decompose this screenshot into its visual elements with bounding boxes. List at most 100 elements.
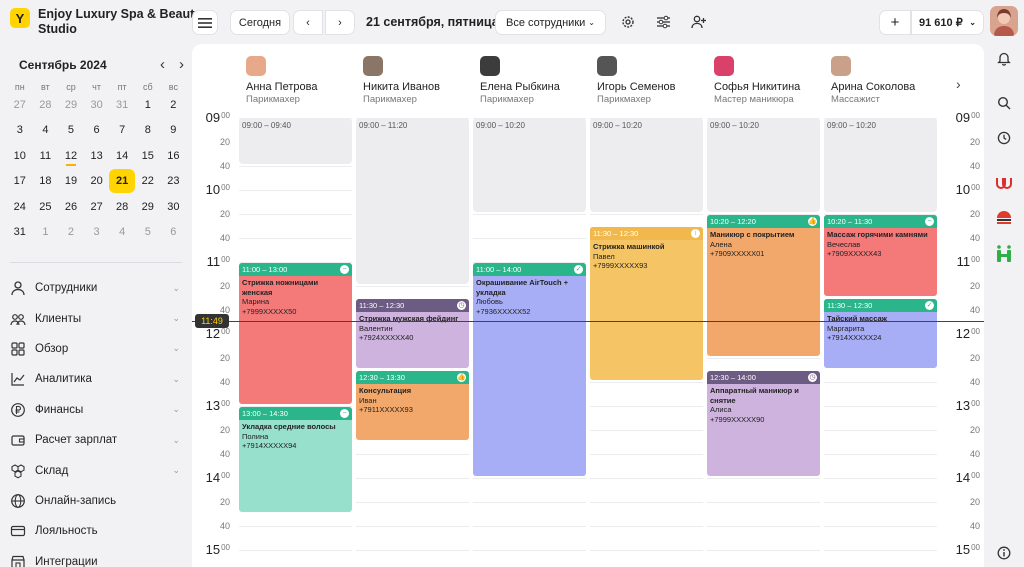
calendar-day[interactable]: 16 xyxy=(161,144,187,168)
info-button[interactable] xyxy=(994,543,1014,563)
calendar-day[interactable]: 28 xyxy=(33,93,59,117)
staff-column[interactable]: 09:00 – 10:20 10:20 – 11:30 − Массаж горячи… xyxy=(824,118,937,567)
calendar-day[interactable]: 23 xyxy=(161,169,187,193)
calendar-day[interactable]: 9 xyxy=(161,118,187,142)
integration-app-3[interactable] xyxy=(994,244,1014,264)
calendar-day[interactable]: 19 xyxy=(58,169,84,193)
calendar-day[interactable]: 12 xyxy=(58,144,84,168)
appointment-card[interactable]: 12:30 – 14:00 ◷ Аппаратный маникюр и сняти… xyxy=(707,371,820,476)
staff-column[interactable]: 09:00 – 11:20 11:30 – 12:30 ◷ Стрижка мужск… xyxy=(356,118,469,567)
sidebar-item-1[interactable]: Клиенты ⌄ xyxy=(10,303,182,333)
calendar-day[interactable]: 24 xyxy=(7,195,33,219)
appointment-card[interactable]: 11:00 – 14:00 ✓ Окрашивание AirTouch + укл… xyxy=(473,263,586,476)
calendar-day[interactable]: 29 xyxy=(58,93,84,117)
sidebar-item-9[interactable]: Интеграции xyxy=(10,547,182,567)
calendar-day[interactable]: 1 xyxy=(135,93,161,117)
integration-app-1[interactable] xyxy=(994,173,1014,193)
calendar-day[interactable]: 7 xyxy=(109,118,135,142)
calendar-day[interactable]: 5 xyxy=(135,220,161,244)
blocked-time[interactable]: 09:00 – 10:20 xyxy=(473,118,586,212)
appointment-card[interactable]: 11:30 – 12:30 ✓ Тайский массаж Маргарита +79… xyxy=(824,299,937,368)
add-appointment-button[interactable]: + xyxy=(879,10,911,35)
calendar-day[interactable]: 30 xyxy=(84,93,110,117)
calendar-day[interactable]: 4 xyxy=(33,118,59,142)
add-staff-button[interactable] xyxy=(688,12,708,32)
blocked-time[interactable]: 09:00 – 09:40 xyxy=(239,118,352,164)
sidebar-item-7[interactable]: Онлайн-запись xyxy=(10,486,182,516)
sidebar-item-2[interactable]: Обзор ⌄ xyxy=(10,334,182,364)
appointment-card[interactable]: 11:30 – 12:30 i Стрижка машинкой Павел +7999… xyxy=(590,227,703,380)
calendar-day[interactable]: 11 xyxy=(33,144,59,168)
calendar-day[interactable]: 28 xyxy=(109,195,135,219)
hamburger-menu-button[interactable] xyxy=(192,10,218,35)
blocked-time[interactable]: 09:00 – 11:20 xyxy=(356,118,469,284)
calendar-day[interactable]: 2 xyxy=(161,93,187,117)
blocked-time[interactable]: 09:00 – 10:20 xyxy=(824,118,937,212)
staff-column[interactable]: 09:00 – 10:20 11:30 – 12:30 i Стрижка машин… xyxy=(590,118,703,567)
next-month-icon[interactable]: › xyxy=(179,56,184,73)
calendar-day[interactable]: 18 xyxy=(33,169,59,193)
calendar-day[interactable]: 6 xyxy=(161,220,187,244)
appointment-card[interactable]: 12:30 – 13:30 👍 Консультация Иван +7911XXXXX… xyxy=(356,371,469,440)
staff-header[interactable]: Арина Соколова Массажист xyxy=(831,56,946,106)
sidebar-item-8[interactable]: Лояльность xyxy=(10,516,182,546)
brand[interactable]: Y Enjoy Luxury Spa & Beauty Studio xyxy=(10,7,203,37)
filters-button[interactable] xyxy=(653,12,673,32)
today-button[interactable]: Сегодня xyxy=(230,10,290,35)
staff-filter-select[interactable]: Все сотрудники ⌄ xyxy=(495,10,606,35)
staff-column[interactable]: 09:00 – 10:20 11:00 – 14:00 ✓ Окрашивание A… xyxy=(473,118,586,567)
calendar-day[interactable]: 10 xyxy=(7,144,33,168)
staff-column[interactable]: 09:00 – 09:40 11:00 – 13:00 − Стрижка ножни… xyxy=(239,118,352,567)
calendar-day[interactable]: 26 xyxy=(58,195,84,219)
sidebar-item-0[interactable]: Сотрудники ⌄ xyxy=(10,273,182,303)
calendar-day[interactable]: 4 xyxy=(109,220,135,244)
calendar-day[interactable]: 30 xyxy=(161,195,187,219)
calendar-day[interactable]: 2 xyxy=(58,220,84,244)
calendar-day[interactable]: 31 xyxy=(109,93,135,117)
calendar-day[interactable]: 8 xyxy=(135,118,161,142)
staff-header[interactable]: Игорь Семенов Парикмахер xyxy=(597,56,712,106)
calendar-day[interactable]: 17 xyxy=(7,169,33,193)
staff-column[interactable]: 09:00 – 10:20 10:20 – 12:20 👍 Маникюр с пок… xyxy=(707,118,820,567)
calendar-day[interactable]: 14 xyxy=(109,144,135,168)
blocked-time[interactable]: 09:00 – 10:20 xyxy=(707,118,820,212)
calendar-day[interactable]: 21 xyxy=(109,169,135,194)
appointment-card[interactable]: 13:00 – 14:30− Укладка средние волосы Поли… xyxy=(239,407,352,512)
prev-month-icon[interactable]: ‹ xyxy=(160,56,165,73)
appointment-card[interactable]: 11:30 – 12:30 ◷ Стрижка мужская фейдинг Вал… xyxy=(356,299,469,368)
calendar-day[interactable]: 31 xyxy=(7,220,33,244)
next-staff-icon[interactable]: › xyxy=(956,76,961,92)
calendar-day[interactable]: 27 xyxy=(7,93,33,117)
calendar-day[interactable]: 29 xyxy=(135,195,161,219)
sidebar-item-5[interactable]: Расчет зарплат ⌄ xyxy=(10,425,182,455)
staff-header[interactable]: Никита Иванов Парикмахер xyxy=(363,56,478,106)
calendar-day[interactable]: 27 xyxy=(84,195,110,219)
blocked-time[interactable]: 09:00 – 10:20 xyxy=(590,118,703,212)
next-day-button[interactable]: › xyxy=(325,10,355,35)
sidebar-item-3[interactable]: Аналитика ⌄ xyxy=(10,364,182,394)
calendar-day[interactable]: 6 xyxy=(84,118,110,142)
staff-header[interactable]: Елена Рыбкина Парикмахер xyxy=(480,56,595,106)
user-avatar[interactable] xyxy=(990,6,1018,36)
integration-app-2[interactable] xyxy=(994,208,1014,228)
staff-header[interactable]: Софья Никитина Мастер маникюра xyxy=(714,56,829,106)
history-button[interactable] xyxy=(994,128,1014,148)
search-button[interactable] xyxy=(994,93,1014,113)
prev-day-button[interactable]: ‹ xyxy=(293,10,323,35)
calendar-day[interactable]: 22 xyxy=(135,169,161,193)
appointment-card[interactable]: 10:20 – 11:30 − Массаж горячими камнями Веч… xyxy=(824,215,937,296)
staff-header[interactable]: Анна Петрова Парикмахер xyxy=(246,56,361,106)
calendar-day[interactable]: 20 xyxy=(84,169,110,193)
calendar-day[interactable]: 3 xyxy=(7,118,33,142)
settings-button[interactable] xyxy=(618,12,638,32)
calendar-day[interactable]: 3 xyxy=(84,220,110,244)
calendar-day[interactable]: 5 xyxy=(58,118,84,142)
notifications-button[interactable] xyxy=(994,48,1014,68)
sidebar-item-4[interactable]: Финансы ⌄ xyxy=(10,395,182,425)
calendar-day[interactable]: 15 xyxy=(135,144,161,168)
sidebar-item-6[interactable]: Склад ⌄ xyxy=(10,455,182,485)
appointment-card[interactable]: 10:20 – 12:20 👍 Маникюр с покрытием Алена +7… xyxy=(707,215,820,356)
appointment-card[interactable]: 11:00 – 13:00 − Стрижка ножницами женская М… xyxy=(239,263,352,404)
calendar-day[interactable]: 25 xyxy=(33,195,59,219)
calendar-day[interactable]: 1 xyxy=(33,220,59,244)
